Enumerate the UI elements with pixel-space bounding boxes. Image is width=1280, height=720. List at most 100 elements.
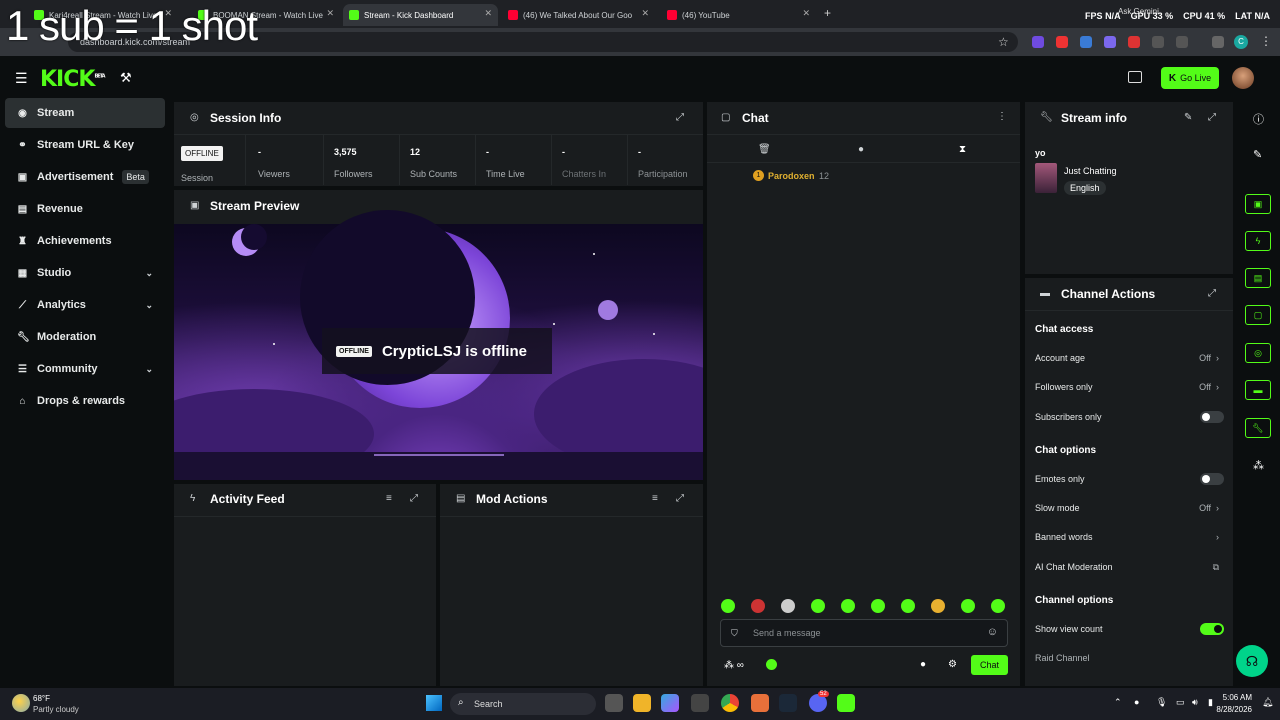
app-icon[interactable] bbox=[751, 694, 769, 712]
extension-icon[interactable] bbox=[1056, 36, 1068, 48]
show-view-count-toggle[interactable] bbox=[1200, 623, 1224, 635]
clock-time[interactable]: 5:06 AM bbox=[1222, 693, 1252, 702]
taskbar-search[interactable]: ⌕ Search bbox=[450, 693, 596, 715]
bookmark-star-icon[interactable]: ☆ bbox=[998, 35, 1009, 49]
extension-icon[interactable] bbox=[1032, 36, 1044, 48]
profile-avatar[interactable]: C bbox=[1234, 35, 1248, 49]
sidebar-item-analytics[interactable]: ⟋ Analytics ⌄ bbox=[5, 290, 165, 320]
expand-icon[interactable]: ⤢ bbox=[1208, 288, 1216, 299]
extension-icon[interactable] bbox=[1080, 36, 1092, 48]
screen-cast-icon[interactable] bbox=[1128, 71, 1142, 83]
message-icon[interactable]: ● bbox=[858, 144, 864, 155]
close-tab-icon[interactable]: ✕ bbox=[802, 8, 810, 19]
close-tab-icon[interactable]: ✕ bbox=[484, 8, 492, 19]
tray-chevron-up-icon[interactable]: ⌃ bbox=[1114, 697, 1122, 708]
more-options-icon[interactable]: ⋮ bbox=[997, 111, 1007, 122]
emote-icon[interactable] bbox=[961, 599, 975, 613]
edit-pencil-icon[interactable]: ✎ bbox=[1253, 148, 1262, 161]
emote-icon[interactable] bbox=[901, 599, 915, 613]
go-live-button[interactable]: K Go Live bbox=[1161, 67, 1219, 89]
store-icon[interactable] bbox=[691, 694, 709, 712]
sidebar-item-stream-url-key[interactable]: ⚭ Stream URL & Key bbox=[5, 130, 165, 160]
rail-stream-info-button[interactable]: 🔧︎ bbox=[1245, 418, 1271, 438]
new-tab-button[interactable]: + bbox=[824, 6, 831, 20]
tray-app-icon[interactable]: ● bbox=[1134, 697, 1139, 707]
emote-icon[interactable] bbox=[841, 599, 855, 613]
copilot-icon[interactable] bbox=[661, 694, 679, 712]
settings-gear-icon[interactable]: ⚙ bbox=[948, 659, 957, 670]
browser-tab[interactable]: (46) YouTube ✕ bbox=[661, 4, 816, 26]
sidebar-item-stream[interactable]: ◉ Stream bbox=[5, 98, 165, 128]
close-tab-icon[interactable]: ✕ bbox=[641, 8, 649, 19]
expand-icon[interactable]: ⤢ bbox=[676, 112, 684, 123]
subscribers-only-toggle[interactable] bbox=[1200, 411, 1224, 423]
trash-icon[interactable]: 🗑︎ bbox=[758, 144, 771, 155]
rail-channel-actions-button[interactable]: ▬ bbox=[1245, 380, 1271, 400]
notification-bell-icon[interactable]: 🔔︎ bbox=[1262, 697, 1273, 708]
weather-icon[interactable] bbox=[12, 694, 30, 712]
apps-icon[interactable]: ⁂ bbox=[1253, 459, 1264, 472]
close-tab-icon[interactable]: ✕ bbox=[326, 8, 334, 19]
account-age-row[interactable]: Account age Off › bbox=[1035, 353, 1225, 363]
ai-chat-moderation-row[interactable]: AI Chat Moderation ⧉ bbox=[1035, 562, 1225, 572]
category-name[interactable]: Just Chatting bbox=[1064, 166, 1117, 176]
sidebar-item-revenue[interactable]: ▤ Revenue bbox=[5, 194, 165, 224]
support-headset-icon[interactable]: ☊ bbox=[1236, 645, 1268, 677]
sidebar-item-drops-rewards[interactable]: ⌂ Drops & rewards bbox=[5, 386, 165, 416]
raid-channel-row[interactable]: Raid Channel bbox=[1035, 653, 1225, 663]
network-icon[interactable]: ▭ bbox=[1176, 697, 1185, 708]
steam-icon[interactable] bbox=[779, 694, 797, 712]
emote-icon[interactable] bbox=[721, 599, 735, 613]
filter-icon[interactable]: ≡ bbox=[386, 493, 392, 504]
hourglass-icon[interactable]: ⧗ bbox=[959, 144, 966, 155]
expand-icon[interactable]: ⤢ bbox=[676, 493, 684, 504]
hamburger-menu-icon[interactable]: ☰ bbox=[15, 70, 28, 87]
browser-tab-active[interactable]: Stream - Kick Dashboard ✕ bbox=[343, 4, 498, 26]
task-view-icon[interactable] bbox=[605, 694, 623, 712]
browser-menu-icon[interactable]: ⋮ bbox=[1260, 34, 1272, 48]
kick-app-icon[interactable] bbox=[837, 694, 855, 712]
chat-input[interactable]: ⛉ Send a message ☺ bbox=[720, 619, 1008, 647]
users-infinity-icon[interactable]: ⁂ ∞ bbox=[724, 660, 744, 671]
microphone-icon[interactable]: 🎙︎ bbox=[1156, 697, 1167, 708]
rail-activity-button[interactable]: ϟ bbox=[1245, 231, 1271, 251]
sidebar-item-moderation[interactable]: 🔧︎ Moderation bbox=[5, 322, 165, 352]
chat-bubble-icon[interactable]: ● bbox=[920, 659, 926, 670]
sidebar-item-achievements[interactable]: ♜ Achievements bbox=[5, 226, 165, 256]
emote-icon[interactable] bbox=[871, 599, 885, 613]
emote-icon[interactable] bbox=[781, 599, 795, 613]
chat-user-name[interactable]: Parodoxen bbox=[768, 171, 815, 181]
rail-preview-button[interactable]: ▣ bbox=[1245, 194, 1271, 214]
rail-mod-actions-button[interactable]: ▤ bbox=[1245, 268, 1271, 288]
volume-icon[interactable]: 🔊︎ bbox=[1192, 697, 1198, 708]
slow-mode-row[interactable]: Slow mode Off › bbox=[1035, 503, 1225, 513]
edit-pencil-icon[interactable]: ✎ bbox=[1184, 112, 1192, 123]
expand-icon[interactable]: ⤢ bbox=[1208, 112, 1216, 123]
emote-icon[interactable] bbox=[811, 599, 825, 613]
kick-coin-icon[interactable] bbox=[766, 659, 777, 670]
clock-date[interactable]: 8/28/2026 bbox=[1212, 705, 1252, 714]
file-explorer-icon[interactable] bbox=[633, 694, 651, 712]
category-thumbnail[interactable] bbox=[1035, 163, 1057, 193]
emote-icon[interactable] bbox=[751, 599, 765, 613]
sidebar-item-studio[interactable]: ▦ Studio ⌄ bbox=[5, 258, 165, 288]
info-icon[interactable]: ⓘ bbox=[1253, 111, 1264, 127]
emoji-icon[interactable]: ☺ bbox=[987, 626, 998, 638]
extensions-puzzle-icon[interactable] bbox=[1176, 36, 1188, 48]
emote-icon[interactable] bbox=[931, 599, 945, 613]
emote-icon[interactable] bbox=[991, 599, 1005, 613]
expand-icon[interactable]: ⤢ bbox=[410, 493, 418, 504]
browser-tab[interactable]: (46) We Talked About Our Goo ✕ bbox=[502, 4, 655, 26]
media-controls-icon[interactable] bbox=[1212, 36, 1224, 48]
user-avatar[interactable] bbox=[1232, 67, 1254, 89]
chrome-icon[interactable] bbox=[721, 694, 739, 712]
banned-words-row[interactable]: Banned words › bbox=[1035, 532, 1225, 542]
kick-logo[interactable]: KICKBETA bbox=[40, 67, 106, 92]
windows-start-icon[interactable] bbox=[426, 695, 442, 711]
sidebar-item-community[interactable]: ☰ Community ⌄ bbox=[5, 354, 165, 384]
chat-send-button[interactable]: Chat bbox=[971, 655, 1008, 675]
rail-session-button[interactable]: ◎ bbox=[1245, 343, 1271, 363]
filter-icon[interactable]: ≡ bbox=[652, 493, 658, 504]
emotes-only-toggle[interactable] bbox=[1200, 473, 1224, 485]
extension-icon[interactable] bbox=[1104, 36, 1116, 48]
